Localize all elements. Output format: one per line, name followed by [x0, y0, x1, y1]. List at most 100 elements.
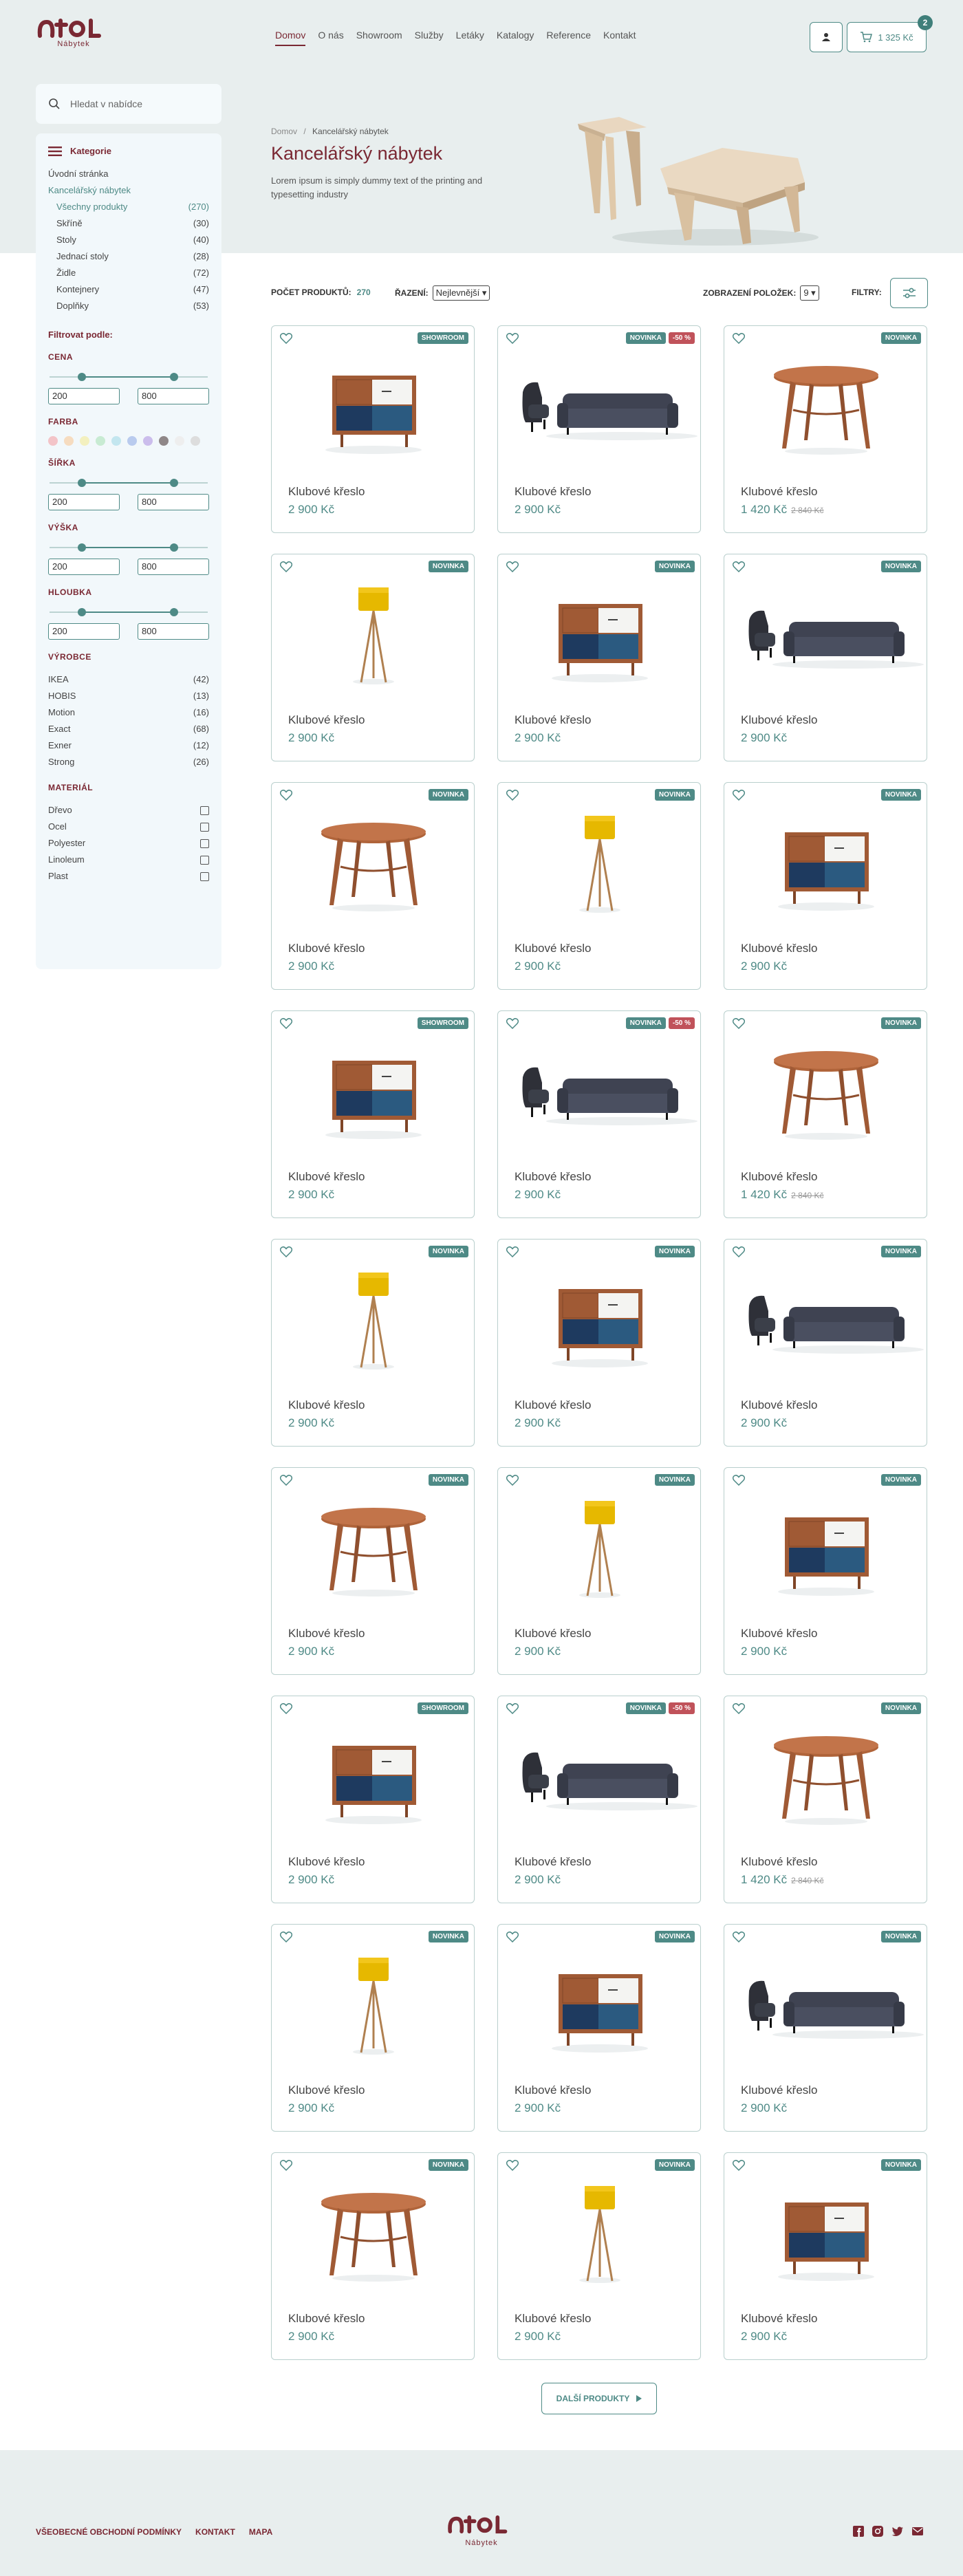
heart-icon[interactable] — [280, 561, 292, 572]
product-name[interactable]: Klubové křeslo — [515, 1855, 592, 1869]
product-card[interactable]: NOVINKA Klubové křeslo 2 900 Kč — [271, 2152, 475, 2360]
perpage-select[interactable]: 9 ▾ — [800, 285, 819, 301]
color-swatch[interactable] — [64, 436, 74, 446]
product-card[interactable]: NOVINKA Klubové křeslo 2 900 Kč — [724, 554, 927, 761]
category-item[interactable]: Skříně (30) — [48, 215, 209, 232]
depth-max-input[interactable]: 800 — [138, 623, 209, 640]
slider-handle-min[interactable] — [78, 479, 87, 487]
product-image[interactable] — [498, 2180, 702, 2284]
product-card[interactable]: SHOWROOM Klubové křeslo 2 900 Kč — [271, 1010, 475, 1218]
price-min-input[interactable]: 200 — [48, 388, 120, 404]
color-swatch[interactable] — [191, 436, 200, 446]
heart-icon[interactable] — [733, 1475, 745, 1486]
product-image[interactable] — [498, 582, 702, 685]
nav-item-sluzby[interactable]: Služby — [415, 30, 444, 46]
product-image[interactable] — [498, 1039, 702, 1142]
product-name[interactable]: Klubové křeslo — [288, 2312, 365, 2326]
heart-icon[interactable] — [280, 1018, 292, 1029]
product-name[interactable]: Klubové křeslo — [741, 2312, 818, 2326]
product-image[interactable] — [272, 1724, 475, 1827]
nav-item-reference[interactable]: Reference — [546, 30, 591, 46]
height-max-input[interactable]: 800 — [138, 559, 209, 575]
heart-icon[interactable] — [733, 1931, 745, 1942]
color-swatch[interactable] — [111, 436, 121, 446]
product-card[interactable]: SHOWROOM Klubové křeslo 2 900 Kč — [271, 325, 475, 533]
heart-icon[interactable] — [506, 1703, 519, 1714]
product-image[interactable] — [498, 354, 702, 457]
color-swatch[interactable] — [127, 436, 137, 446]
product-name[interactable]: Klubové křeslo — [288, 942, 365, 955]
product-name[interactable]: Klubové křeslo — [741, 1855, 818, 1869]
nav-item-katalogy[interactable]: Katalogy — [497, 30, 534, 46]
product-name[interactable]: Klubové křeslo — [515, 1170, 592, 1184]
product-name[interactable]: Klubové křeslo — [515, 485, 592, 499]
slider-handle-max[interactable] — [169, 543, 178, 552]
color-swatch[interactable] — [175, 436, 184, 446]
footer-link-contact[interactable]: KONTAKT — [195, 2527, 235, 2537]
slider-handle-min[interactable] — [78, 543, 87, 552]
slider-handle-max[interactable] — [169, 479, 178, 487]
heart-icon[interactable] — [506, 561, 519, 572]
width-min-input[interactable]: 200 — [48, 494, 120, 510]
nav-item-kontakt[interactable]: Kontakt — [603, 30, 636, 46]
product-card[interactable]: NOVINKA Klubové křeslo 2 900 Kč — [724, 2152, 927, 2360]
cart-button[interactable]: 1 325 Kč — [847, 22, 927, 52]
product-image[interactable] — [724, 354, 928, 457]
color-swatch[interactable] — [48, 436, 58, 446]
heart-icon[interactable] — [506, 1475, 519, 1486]
product-name[interactable]: Klubové křeslo — [288, 1627, 365, 1641]
heart-icon[interactable] — [280, 2160, 292, 2171]
color-swatch[interactable] — [159, 436, 169, 446]
heart-icon[interactable] — [506, 2160, 519, 2171]
heart-icon[interactable] — [733, 2160, 745, 2171]
product-name[interactable]: Klubové křeslo — [741, 1398, 818, 1412]
product-card[interactable]: NOVINKA Klubové křeslo 1 420 Kč 2 840 Kč — [724, 1010, 927, 1218]
product-name[interactable]: Klubové křeslo — [741, 485, 818, 499]
product-card[interactable]: NOVINKA Klubové křeslo 2 900 Kč — [724, 1924, 927, 2132]
heart-icon[interactable] — [506, 333, 519, 344]
width-slider[interactable] — [50, 477, 208, 488]
brand-item[interactable]: Exner (12) — [48, 737, 209, 754]
product-card[interactable]: NOVINKA Klubové křeslo 2 900 Kč — [271, 1467, 475, 1675]
product-card[interactable]: NOVINKA Klubové křeslo 2 900 Kč — [724, 1467, 927, 1675]
product-image[interactable] — [724, 1724, 928, 1827]
product-image[interactable] — [498, 810, 702, 913]
heart-icon[interactable] — [733, 1018, 745, 1029]
heart-icon[interactable] — [280, 790, 292, 801]
heart-icon[interactable] — [506, 1246, 519, 1257]
product-image[interactable] — [272, 354, 475, 457]
product-card[interactable]: NOVINKA Klubové křeslo 2 900 Kč — [497, 782, 701, 990]
heart-icon[interactable] — [280, 333, 292, 344]
product-card[interactable]: NOVINKA Klubové křeslo 2 900 Kč — [724, 782, 927, 990]
category-item[interactable]: Stoly (40) — [48, 232, 209, 248]
product-image[interactable] — [724, 582, 928, 685]
product-card[interactable]: NOVINKA -50 % Klubové křeslo 2 900 Kč — [497, 325, 701, 533]
slider-handle-max[interactable] — [169, 373, 178, 381]
product-card[interactable]: NOVINKA -50 % Klubové křeslo 2 900 Kč — [497, 1696, 701, 1903]
product-card[interactable]: NOVINKA Klubové křeslo 2 900 Kč — [497, 1239, 701, 1447]
product-name[interactable]: Klubové křeslo — [288, 2083, 365, 2097]
product-image[interactable] — [272, 1952, 475, 2055]
product-name[interactable]: Klubové křeslo — [741, 1170, 818, 1184]
category-item[interactable]: Úvodní stránka — [48, 166, 209, 182]
footer-link-map[interactable]: MAPA — [249, 2527, 272, 2537]
product-image[interactable] — [724, 1039, 928, 1142]
brand-item[interactable]: IKEA (42) — [48, 671, 209, 688]
slider-handle-max[interactable] — [169, 608, 178, 616]
product-image[interactable] — [724, 1267, 928, 1370]
color-swatch[interactable] — [80, 436, 89, 446]
heart-icon[interactable] — [733, 333, 745, 344]
color-swatch[interactable] — [143, 436, 153, 446]
product-card[interactable]: NOVINKA Klubové křeslo 1 420 Kč 2 840 Kč — [724, 1696, 927, 1903]
slider-handle-min[interactable] — [78, 373, 87, 381]
heart-icon[interactable] — [280, 1246, 292, 1257]
product-image[interactable] — [498, 1495, 702, 1599]
product-card[interactable]: NOVINKA Klubové křeslo 2 900 Kč — [271, 782, 475, 990]
user-account-button[interactable] — [810, 22, 843, 52]
height-slider[interactable] — [50, 542, 208, 553]
material-item[interactable]: Plast — [48, 868, 209, 885]
color-swatch[interactable] — [96, 436, 105, 446]
product-card[interactable]: NOVINKA Klubové křeslo 2 900 Kč — [497, 2152, 701, 2360]
product-image[interactable] — [272, 1267, 475, 1370]
product-card[interactable]: NOVINKA Klubové křeslo 2 900 Kč — [271, 1924, 475, 2132]
